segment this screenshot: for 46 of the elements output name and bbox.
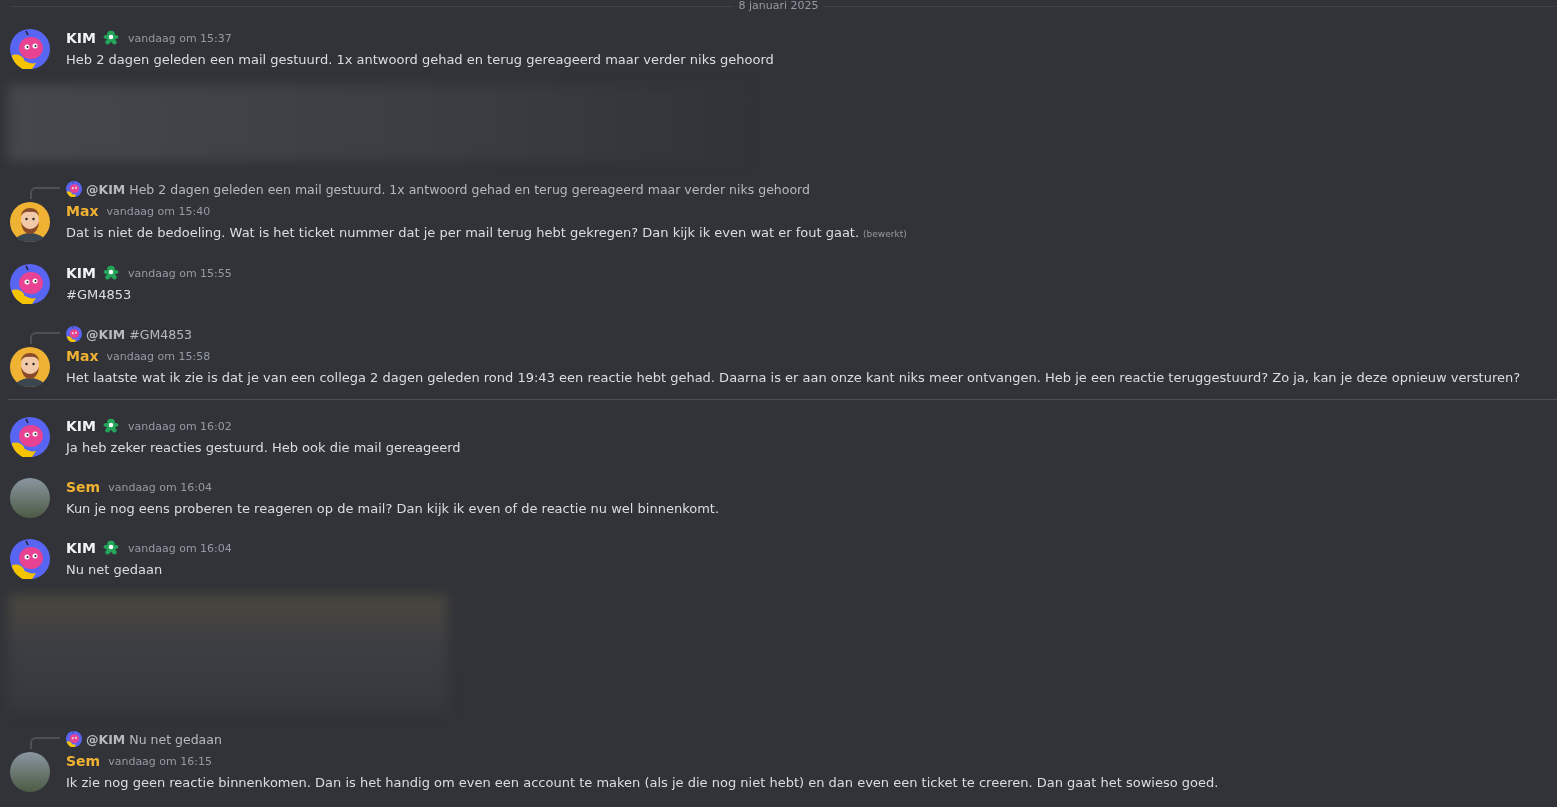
reply-preview[interactable]: #GM4853 [129,326,193,342]
reply-preview[interactable]: Nu net gedaan [129,731,222,747]
avatar-drawing[interactable] [66,181,82,197]
avatar-photo-placeholder[interactable] [10,478,50,518]
avatar-drawing[interactable] [66,326,82,342]
avatar-drawing[interactable] [10,29,50,69]
timestamp: vandaag om 15:37 [128,31,232,45]
timestamp: vandaag om 16:02 [128,419,232,433]
avatar-photo-placeholder[interactable] [10,752,50,792]
message-text: Kun je nog eens proberen te reageren op de mail? Dan kijk ik even of de reactie nu wel binnenkomt. [66,501,720,516]
timestamp: vandaag om 15:55 [128,266,232,280]
reply-line [30,187,60,199]
reply-mention[interactable]: @KIM [86,181,126,197]
timestamp: vandaag om 16:04 [128,541,232,555]
message-text: Ja heb zeker reacties gestuurd. Heb ook die mail gereageerd [66,440,461,455]
username[interactable]: KIM [66,418,96,434]
username[interactable]: Sem [66,753,101,769]
avatar-drawing[interactable] [10,347,50,387]
edited-label: (bewerkt) [863,229,907,239]
timestamp: vandaag om 15:58 [106,349,211,363]
timestamp: vandaag om 16:04 [108,480,212,494]
message-text: Het laatste wat ik zie is dat je van een collega 2 dagen geleden rond 19:43 een reactie hebt gehad. Daarna is er aan onze kant niks meer ontvangen. Heb je een reactie teruggestuurd? Zo ja, kan je deze opnieuw versturen? [66,370,1521,385]
avatar-drawing[interactable] [10,202,50,242]
message-text: #GM4853 [66,287,132,302]
username[interactable]: Sem [66,479,101,495]
reply-line [30,332,60,344]
message-text: Heb 2 dagen geleden een mail gestuurd. 1x antwoord gehad en terug gereageerd maar verder niks gehoord [66,52,774,67]
username[interactable]: Max [66,203,99,219]
message-text: Nu net gedaan [66,562,163,577]
avatar-drawing[interactable] [10,539,50,579]
avatar-drawing[interactable] [10,417,50,457]
timestamp: vandaag om 16:15 [108,754,212,768]
reply-preview[interactable]: Heb 2 dagen geleden een mail gestuurd. 1x antwoord gehad en terug gereageerd maar verder niks gehoord [129,181,810,197]
avatar-drawing[interactable] [66,731,82,747]
date-divider-label: 8 januari 2025 [734,0,823,12]
reply-mention[interactable]: @KIM [86,326,126,342]
timestamp: vandaag om 15:40 [106,204,211,218]
username[interactable]: KIM [66,540,96,556]
message-text: Ik zie nog geen reactie binnenkomen. Dan is het handig om even een account te maken (als je die nog niet hebt) en dan even een ticket te creeren. Dan gaat het sowieso goed. [66,775,1219,790]
username[interactable]: KIM [66,265,96,281]
message-text: Dat is niet de bedoeling. Wat is het ticket nummer dat je per mail terug hebt gekregen? Dan kijk ik even wat er fout gaat. [66,225,860,240]
avatar-drawing[interactable] [10,264,50,304]
reply-line [30,737,60,749]
username[interactable]: KIM [66,30,96,46]
username[interactable]: Max [66,348,99,364]
reply-mention[interactable]: @KIM [86,731,126,747]
